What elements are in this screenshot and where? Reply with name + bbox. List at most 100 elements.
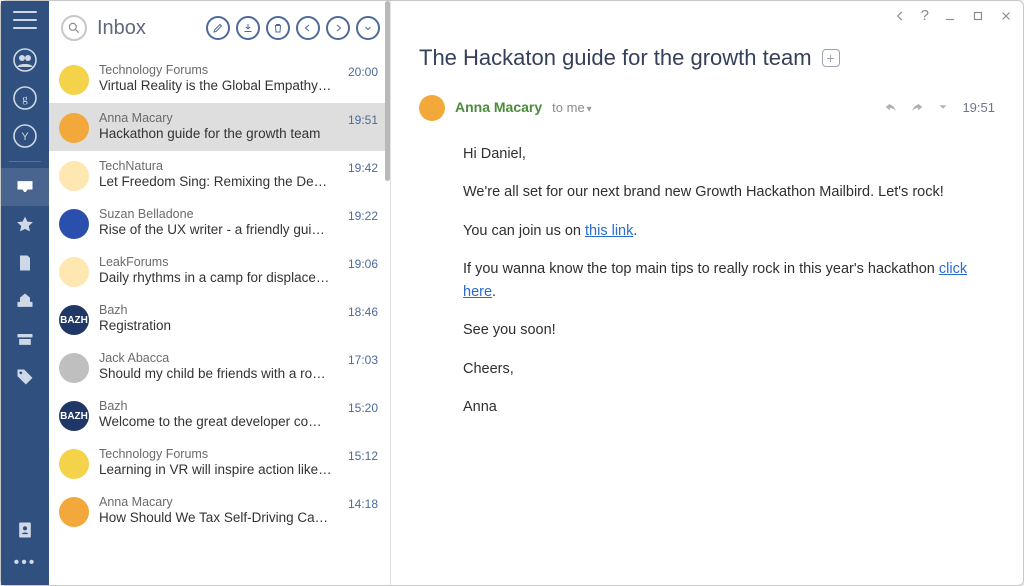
row-text: TechNaturaLet Freedom Sing: Remixing the… xyxy=(99,159,332,191)
message-meta: Anna Macary to me▾ 19:51 xyxy=(419,93,995,121)
row-avatar xyxy=(59,65,89,95)
row-text: Technology ForumsLearning in VR will ins… xyxy=(99,447,332,479)
message-row[interactable]: BAZH BazhRegistration 18:46 xyxy=(49,295,390,343)
body-line: We're all set for our next brand new Gro… xyxy=(463,181,995,203)
hamburger-icon[interactable] xyxy=(13,11,37,29)
message-rows: Technology ForumsVirtual Reality is the … xyxy=(49,55,390,585)
message-more-icon[interactable] xyxy=(936,100,950,114)
message-row[interactable]: Anna MacaryHackathon guide for the growt… xyxy=(49,103,390,151)
list-toolbar xyxy=(206,16,380,40)
reply-button[interactable] xyxy=(296,16,320,40)
row-sender: TechNatura xyxy=(99,159,332,174)
row-subject: Rise of the UX writer - a friendly guide… xyxy=(99,222,332,239)
folder-starred-icon[interactable] xyxy=(1,206,49,244)
row-time: 15:20 xyxy=(348,401,378,415)
body-line: Hi Daniel, xyxy=(463,143,995,165)
row-time: 19:06 xyxy=(348,257,378,271)
add-tag-button[interactable]: + xyxy=(822,49,840,67)
message-body: Hi Daniel, We're all set for our next br… xyxy=(391,121,1023,435)
row-time: 17:03 xyxy=(348,353,378,367)
delete-button[interactable] xyxy=(266,16,290,40)
list-scrollbar[interactable] xyxy=(385,1,390,181)
row-text: BazhRegistration xyxy=(99,303,332,335)
row-sender: Anna Macary xyxy=(99,111,332,126)
message-row[interactable]: TechNaturaLet Freedom Sing: Remixing the… xyxy=(49,151,390,199)
account-contacts-icon[interactable] xyxy=(1,41,49,79)
folder-tags-icon[interactable] xyxy=(1,358,49,396)
row-time: 14:18 xyxy=(348,497,378,511)
message-row[interactable]: BAZH BazhWelcome to the great developer c… xyxy=(49,391,390,439)
body-line: You can join us on this link. xyxy=(463,220,995,242)
row-text: Anna MacaryHow Should We Tax Self-Drivin… xyxy=(99,495,332,527)
message-row[interactable]: Jack AbaccaShould my child be friends wi… xyxy=(49,343,390,391)
message-title: The Hackaton guide for the growth team xyxy=(419,45,812,71)
forward-icon[interactable] xyxy=(910,100,924,114)
close-icon[interactable] xyxy=(999,9,1013,23)
more-actions-button[interactable] xyxy=(356,16,380,40)
reply-icon[interactable] xyxy=(884,100,898,114)
row-subject: Let Freedom Sing: Remixing the Declarati… xyxy=(99,174,332,191)
compose-button[interactable] xyxy=(206,16,230,40)
body-link-join[interactable]: this link xyxy=(585,223,633,239)
back-icon[interactable] xyxy=(893,9,907,23)
row-sender: Technology Forums xyxy=(99,63,332,78)
row-sender: Anna Macary xyxy=(99,495,332,510)
row-text: Anna MacaryHackathon guide for the growt… xyxy=(99,111,332,143)
recipient-label[interactable]: to me▾ xyxy=(552,100,592,115)
row-sender: Bazh xyxy=(99,399,332,414)
row-text: Suzan BelladoneRise of the UX writer - a… xyxy=(99,207,332,239)
row-sender: Jack Abacca xyxy=(99,351,332,366)
message-row[interactable]: Technology ForumsVirtual Reality is the … xyxy=(49,55,390,103)
account-yahoo-icon[interactable]: Y xyxy=(1,117,49,155)
row-sender: Bazh xyxy=(99,303,332,318)
body-line: See you soon! xyxy=(463,319,995,341)
message-time: 19:51 xyxy=(962,100,995,115)
row-text: Technology ForumsVirtual Reality is the … xyxy=(99,63,332,95)
row-subject: Registration xyxy=(99,318,332,335)
row-sender: LeakForums xyxy=(99,255,332,270)
svg-text:g: g xyxy=(22,93,28,105)
maximize-icon[interactable] xyxy=(971,9,985,23)
row-avatar xyxy=(59,353,89,383)
message-row[interactable]: Suzan BelladoneRise of the UX writer - a… xyxy=(49,199,390,247)
addressbook-icon[interactable] xyxy=(1,511,49,549)
row-avatar xyxy=(59,497,89,527)
minimize-icon[interactable] xyxy=(943,9,957,23)
row-subject: Hackathon guide for the growth team xyxy=(99,126,332,143)
row-subject: Welcome to the great developer commu… xyxy=(99,414,332,431)
svg-text:Y: Y xyxy=(21,131,29,143)
help-icon[interactable]: ? xyxy=(921,7,929,24)
search-button[interactable] xyxy=(61,15,87,41)
account-google-icon[interactable]: g xyxy=(1,79,49,117)
folder-sent-icon[interactable] xyxy=(1,282,49,320)
forward-button[interactable] xyxy=(326,16,350,40)
row-avatar xyxy=(59,449,89,479)
message-row[interactable]: Technology ForumsLearning in VR will ins… xyxy=(49,439,390,487)
rail-separator xyxy=(9,161,41,162)
folder-archive-icon[interactable] xyxy=(1,320,49,358)
row-avatar xyxy=(59,209,89,239)
message-row[interactable]: LeakForumsDaily rhythms in a camp for di… xyxy=(49,247,390,295)
row-sender: Technology Forums xyxy=(99,447,332,462)
row-time: 18:46 xyxy=(348,305,378,319)
sender-name: Anna Macary xyxy=(455,99,542,115)
row-time: 19:42 xyxy=(348,161,378,175)
row-sender: Suzan Belladone xyxy=(99,207,332,222)
body-line: If you wanna know the top main tips to r… xyxy=(463,258,995,303)
row-avatar xyxy=(59,257,89,287)
folder-inbox-icon[interactable] xyxy=(1,168,49,206)
sender-avatar xyxy=(419,95,445,121)
row-text: BazhWelcome to the great developer commu… xyxy=(99,399,332,431)
row-subject: Learning in VR will inspire action like … xyxy=(99,462,332,479)
folder-drafts-icon[interactable] xyxy=(1,244,49,282)
message-row[interactable]: Anna MacaryHow Should We Tax Self-Drivin… xyxy=(49,487,390,535)
left-nav-rail: g Y ••• xyxy=(1,1,49,585)
body-line: Anna xyxy=(463,396,995,418)
download-button[interactable] xyxy=(236,16,260,40)
row-avatar: BAZH xyxy=(59,305,89,335)
row-subject: Daily rhythms in a camp for displaced pe… xyxy=(99,270,332,287)
list-header: Inbox xyxy=(49,1,390,55)
row-time: 19:51 xyxy=(348,113,378,127)
more-icon[interactable]: ••• xyxy=(14,555,37,571)
row-avatar: BAZH xyxy=(59,401,89,431)
